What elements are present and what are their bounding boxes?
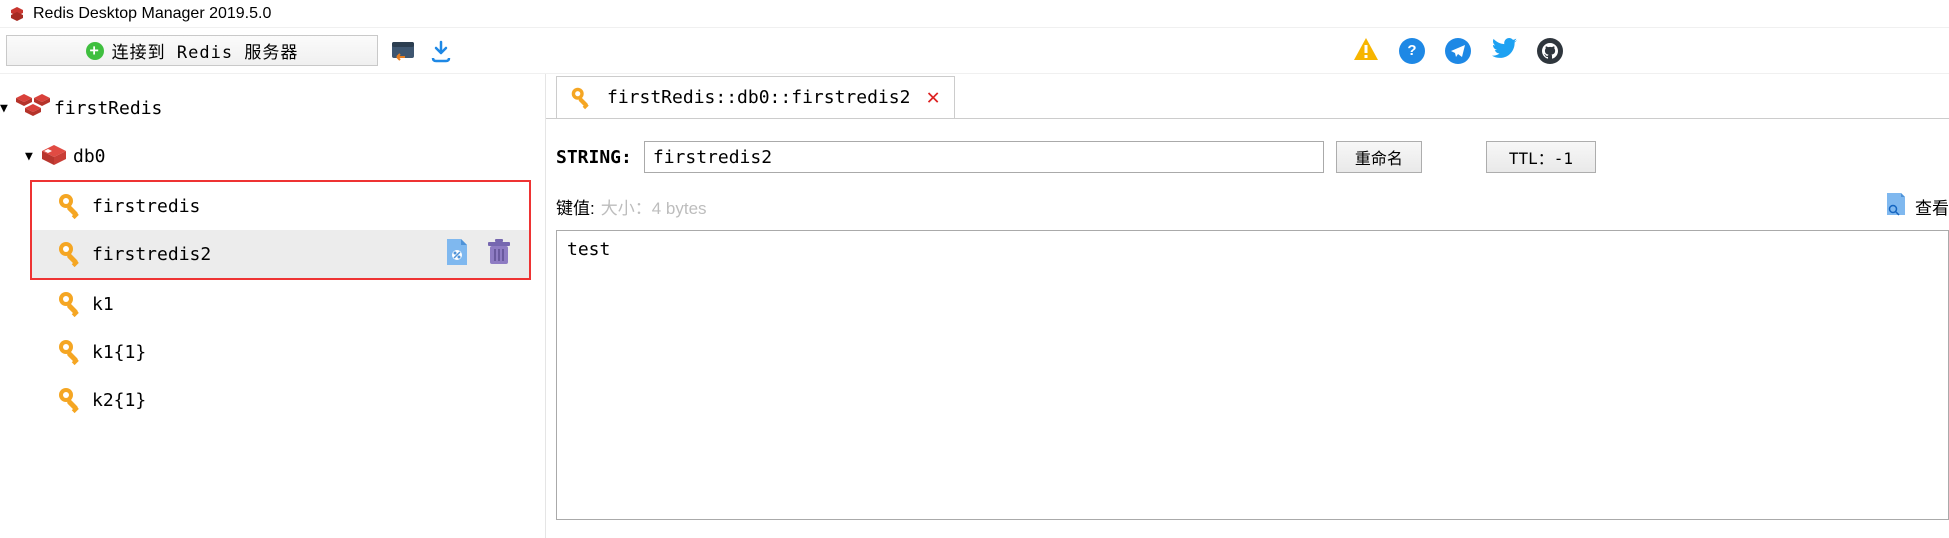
app-icon	[9, 6, 25, 22]
key-name-row: STRING: 重命名 TTL：-1	[556, 141, 1949, 173]
key-icon	[56, 386, 86, 414]
redis-db-icon	[39, 143, 69, 169]
tree-db-row[interactable]: ▼ db0	[0, 132, 545, 180]
redis-server-icon	[14, 92, 52, 124]
view-mode-icon[interactable]	[1885, 191, 1907, 222]
help-icon[interactable]: ?	[1399, 38, 1425, 64]
key-icon	[56, 192, 86, 220]
tree-key-row[interactable]: firstredis2	[32, 230, 529, 278]
main-area: ▼ firstRedis ▼ db0	[0, 73, 1949, 538]
key-name: k1	[92, 294, 114, 315]
window-titlebar: Redis Desktop Manager 2019.5.0	[0, 0, 1949, 27]
db-name: db0	[73, 146, 106, 167]
terminal-import-icon[interactable]	[390, 38, 416, 64]
tree-key-row[interactable]: firstredis	[32, 182, 529, 230]
key-name-input[interactable]	[644, 141, 1324, 173]
github-icon[interactable]	[1537, 38, 1563, 64]
ttl-button[interactable]: TTL：-1	[1486, 141, 1596, 173]
view-mode-label[interactable]: 查看	[1915, 194, 1949, 219]
key-name: firstredis2	[92, 244, 211, 265]
expand-arrow-icon: ▼	[25, 149, 39, 164]
tab-bar: firstRedis::db0::firstredis2 ✕	[546, 74, 1949, 119]
tree-connection-row[interactable]: ▼ firstRedis	[0, 84, 545, 132]
rename-button[interactable]: 重命名	[1336, 141, 1422, 173]
telegram-icon[interactable]	[1445, 38, 1471, 64]
value-size-label: 大小：4 bytes	[601, 194, 707, 219]
tree-key-row[interactable]: k2{1}	[0, 376, 545, 424]
tree-key-row[interactable]: k1	[0, 280, 545, 328]
copy-key-icon[interactable]	[443, 237, 469, 272]
warn-icon[interactable]	[1353, 37, 1379, 65]
download-icon[interactable]	[428, 38, 454, 64]
connect-button-label: 连接到 Redis 服务器	[112, 38, 299, 63]
tree-key-row[interactable]: k1{1}	[0, 328, 545, 376]
value-header-label: 键值:	[556, 194, 595, 219]
key-icon	[567, 84, 597, 112]
toolbar: + 连接到 Redis 服务器 ?	[0, 27, 1949, 73]
key-detail-panel: firstRedis::db0::firstredis2 ✕ STRING: 重…	[546, 74, 1949, 538]
key-name: k1{1}	[92, 342, 146, 363]
value-header: 键值: 大小：4 bytes 查看	[556, 191, 1949, 222]
delete-key-icon[interactable]	[487, 238, 511, 271]
value-header-right: 查看	[1885, 191, 1949, 222]
key-row-actions	[443, 237, 511, 272]
key-icon	[56, 338, 86, 366]
plus-circle-icon: +	[86, 42, 104, 60]
key-name: k2{1}	[92, 390, 146, 411]
key-type-label: STRING:	[556, 147, 632, 168]
window-title: Redis Desktop Manager 2019.5.0	[33, 5, 271, 23]
twitter-icon[interactable]	[1491, 38, 1517, 64]
key-tab[interactable]: firstRedis::db0::firstredis2 ✕	[556, 76, 955, 118]
value-textarea[interactable]: test	[556, 230, 1949, 520]
connect-button[interactable]: + 连接到 Redis 服务器	[6, 35, 378, 66]
key-icon	[56, 240, 86, 268]
key-name: firstredis	[92, 196, 200, 217]
key-icon	[56, 290, 86, 318]
highlighted-keys-box: firstredis firstredis2	[30, 180, 531, 280]
tab-title: firstRedis::db0::firstredis2	[607, 87, 910, 108]
close-tab-icon[interactable]: ✕	[926, 85, 939, 110]
connection-name: firstRedis	[54, 98, 162, 119]
toolbar-right: ?	[1353, 37, 1563, 65]
expand-arrow-icon: ▼	[0, 101, 14, 116]
key-tree-sidebar: ▼ firstRedis ▼ db0	[0, 74, 546, 538]
